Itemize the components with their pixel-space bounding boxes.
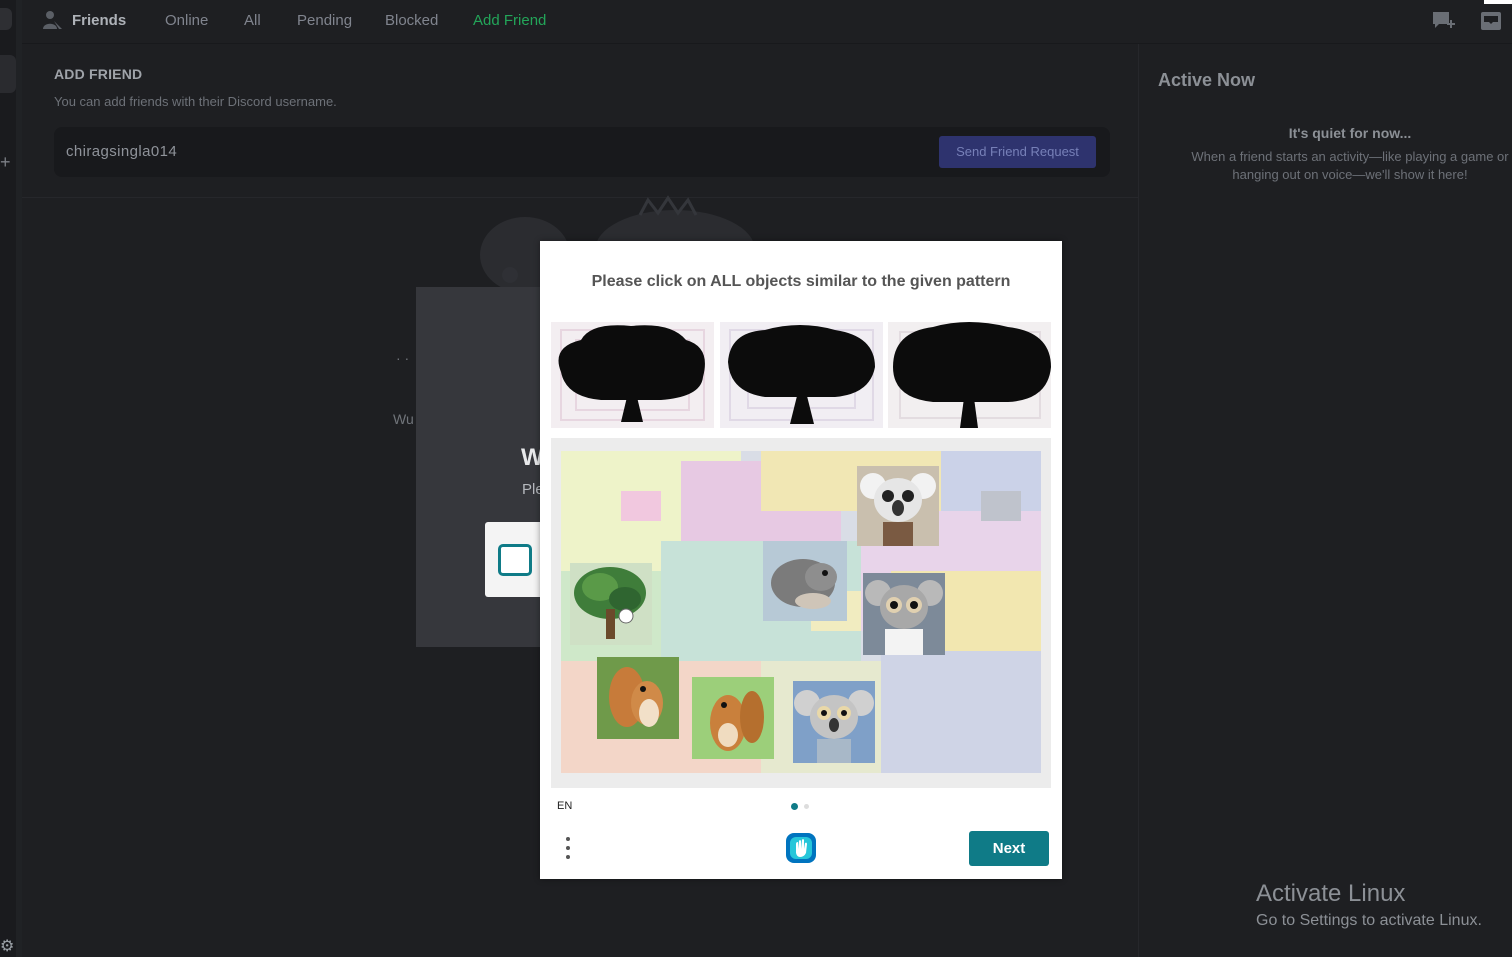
captcha-challenge-area [551,438,1051,788]
page-indicator [804,804,809,809]
inbox-icon[interactable] [1478,8,1504,34]
tab-blocked[interactable]: Blocked [385,12,438,29]
language-selector[interactable]: EN [557,800,572,812]
screen-edge [1484,0,1512,4]
server-rail: + ⚙ [0,0,16,957]
send-friend-request-button[interactable]: Send Friend Request [939,136,1096,168]
server-pill[interactable] [0,55,16,93]
koala-tile[interactable] [857,466,939,546]
activate-linux-title: Activate Linux [1256,880,1406,907]
divider [1138,44,1139,957]
add-friend-subtitle: You can add friends with their Discord u… [54,94,337,109]
active-now-quiet: It's quiet for now... [1288,125,1412,141]
captcha-checkbox[interactable] [498,544,532,576]
page-title: Friends [72,12,127,29]
squirrel-tile[interactable] [692,677,774,759]
tab-online[interactable]: Online [165,12,208,29]
koala-tile[interactable] [793,681,875,763]
add-friend-form: chiragsingla014 Send Friend Request [54,127,1110,177]
underlay-text: · · [396,350,410,366]
squirrel-tile[interactable] [763,541,847,621]
koala-tile[interactable] [863,573,945,655]
tab-add-friend[interactable]: Add Friend [473,12,546,29]
tree-tile[interactable] [570,563,652,645]
example-tree-image [551,322,714,428]
top-bar: Friends Online All Pending Blocked Add F… [22,0,1512,44]
example-tree-image [888,322,1051,428]
selection-marker [618,608,634,624]
page-indicator-active [791,803,798,810]
more-options-icon[interactable] [562,837,574,863]
hcaptcha-logo-icon [786,833,816,863]
activate-linux-subtitle: Go to Settings to activate Linux. [1256,912,1482,929]
gear-icon[interactable]: ⚙ [0,936,14,956]
example-tree-image [720,322,883,428]
tab-pending[interactable]: Pending [297,12,352,29]
underlay-text: Wu [393,411,414,427]
challenge-image[interactable] [561,451,1041,773]
server-icon[interactable] [0,8,12,30]
next-button[interactable]: Next [969,831,1049,866]
squirrel-tile[interactable] [597,657,679,739]
add-friend-heading: ADD FRIEND [54,66,143,82]
friends-icon [43,11,62,29]
add-server-icon[interactable]: + [0,152,11,173]
username-input[interactable]: chiragsingla014 [66,143,177,160]
captcha-checkbox-card [485,522,545,597]
captcha-dialog: Please click on ALL objects similar to t… [540,241,1062,879]
active-now-description: When a friend starts an activity—like pl… [1191,149,1509,182]
tab-all[interactable]: All [244,12,261,29]
captcha-prompt: Please click on ALL objects similar to t… [591,273,1011,290]
new-group-dm-icon[interactable] [1430,8,1456,34]
active-now-title: Active Now [1158,70,1256,90]
